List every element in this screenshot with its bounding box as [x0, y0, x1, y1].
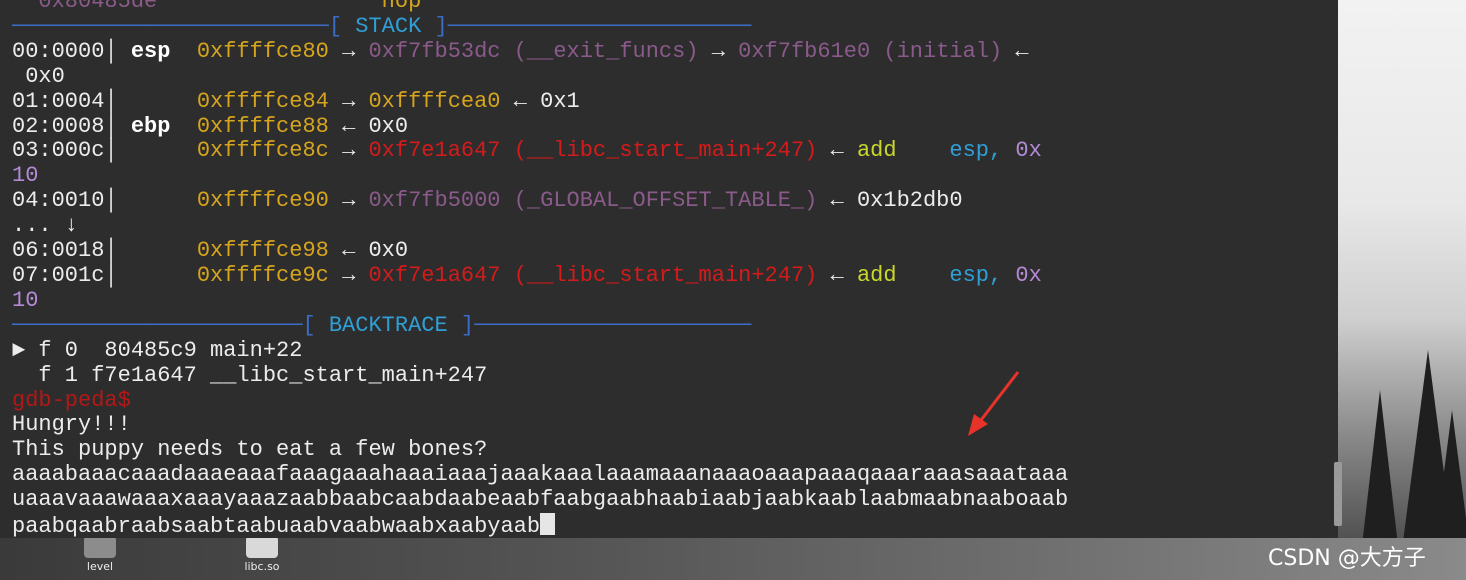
disasm-line: 0x80485de nop	[12, 0, 421, 14]
terminal-window[interactable]: 0x80485de nop ────────────────────────[ …	[0, 0, 1342, 540]
terminal-scrollbar[interactable]	[1334, 462, 1342, 526]
arrow-icon: ←	[342, 238, 356, 264]
program-output-line: This puppy needs to eat a few bones?	[12, 437, 488, 463]
instruction-mnemonic: nop	[381, 0, 422, 14]
desktop-icon-strip	[0, 538, 1466, 580]
terminal-output: 0x80485de nop ────────────────────────[ …	[12, 0, 1068, 540]
stack-row: 00:0000│ esp 0xffffce80 → 0xf7fb53dc (__…	[12, 38, 1029, 89]
backtrace-separator: ──────────────────────[ BACKTRACE ]─────…	[12, 312, 752, 338]
stack-row: 04:0010│ 0xffffce90 → 0xf7fb5000 (_GLOBA…	[12, 188, 963, 214]
arrow-icon: →	[342, 262, 356, 288]
arrow-icon: →	[342, 138, 356, 164]
backtrace-header: BACKTRACE	[328, 312, 448, 338]
desktop-icon-libc[interactable]: libc.so	[232, 536, 292, 573]
stack-row: 01:0004│ 0xffffce84 → 0xffffcea0 ← 0x1	[12, 88, 580, 114]
program-output-line: Hungry!!!	[12, 412, 131, 438]
arrow-icon: ←	[1015, 38, 1029, 64]
backtrace-frame: f 1 f7e1a647 __libc_start_main+247	[12, 362, 488, 388]
stack-row: 02:0008│ ebp 0xffffce88 ← 0x0	[12, 113, 409, 139]
arrow-icon: ←	[830, 138, 844, 164]
desktop-icon-label: libc.so	[244, 560, 280, 573]
desktop-icon-label: level	[86, 560, 114, 573]
arrow-icon: ←	[513, 88, 527, 114]
stack-row: 07:001c│ 0xffffce9c → 0xf7e1a647 (__libc…	[12, 262, 1042, 313]
backtrace-frame: ► f 0 80485c9 main+22	[12, 337, 303, 363]
stack-separator: ────────────────────────[ STACK ]───────…	[12, 13, 752, 39]
arrow-icon: ←	[342, 113, 356, 139]
arrow-icon: ←	[830, 188, 844, 214]
watermark: CSDN @大方子	[1268, 546, 1426, 571]
input-line: aaaabaaacaaadaaaeaaafaaagaaahaaaiaaajaaa…	[12, 462, 1069, 488]
desktop-icon-level[interactable]: level	[70, 536, 130, 573]
arrow-icon: →	[711, 38, 725, 64]
stack-row: 03:000c│ 0xffffce8c → 0xf7e1a647 (__libc…	[12, 138, 1042, 189]
annotation-arrow-icon	[968, 371, 1020, 436]
stack-header: STACK	[355, 13, 422, 39]
input-line: uaaavaaawaaaxaaayaaazaabbaabcaabdaabeaab…	[12, 487, 1069, 513]
arrow-icon: →	[342, 88, 356, 114]
input-line: paabqaabraabsaabtaabuaabvaabwaabxaabyaab	[12, 514, 541, 540]
terminal-cursor[interactable]	[540, 513, 556, 536]
instruction-address: 0x80485de	[38, 0, 158, 14]
gdb-prompt: gdb-peda$	[12, 387, 131, 413]
stack-row: 06:0018│ 0xffffce98 ← 0x0	[12, 238, 409, 264]
arrow-icon: ←	[830, 262, 844, 288]
arrow-icon: →	[342, 38, 356, 64]
arrow-icon: →	[342, 188, 356, 214]
stack-ellipsis: ... ↓	[12, 213, 79, 239]
